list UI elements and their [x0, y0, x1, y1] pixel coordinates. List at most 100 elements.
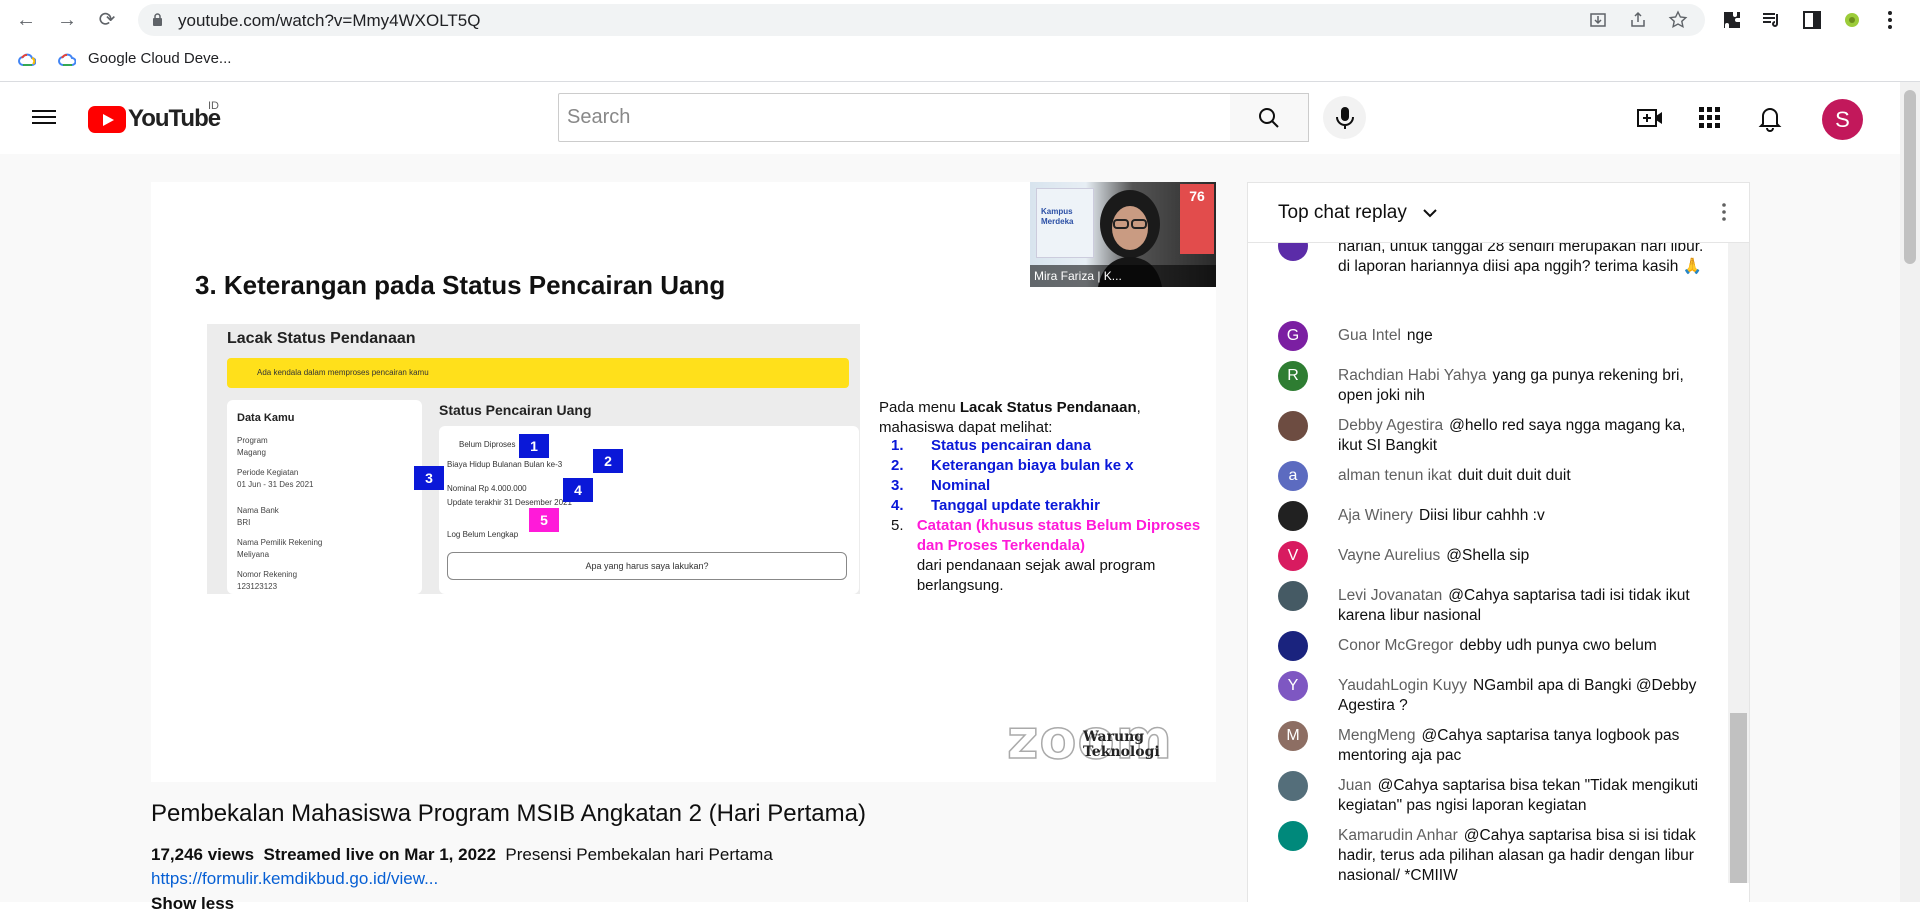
message-author[interactable]: Juan — [1338, 777, 1372, 794]
video-player[interactable]: 3. Keterangan pada Status Pencairan Uang… — [151, 182, 1216, 782]
message-content: nge — [1406, 327, 1433, 344]
search-button[interactable] — [1230, 93, 1309, 142]
message-author[interactable]: Conor McGregor — [1338, 637, 1453, 654]
message-text: Aja Winery Diisi libur cahhh :v — [1338, 506, 1708, 526]
message-text: Conor McGregor debby udh punya cwo belum — [1338, 636, 1708, 656]
list-text-group: Catatan (khusus status Belum Diproses da… — [917, 516, 1211, 596]
list-text-tail: dari pendanaan sejak awal program berlan… — [916, 557, 1156, 594]
avatar[interactable]: Y — [1278, 671, 1308, 701]
apps-grid-icon[interactable] — [1696, 104, 1724, 132]
message-content: Diisi libur cahhh :v — [1418, 507, 1545, 524]
microphone-icon — [1336, 107, 1354, 129]
back-icon[interactable]: ← — [14, 8, 38, 32]
screenshot-heading: Lacak Status Pendanaan — [227, 330, 416, 347]
avatar[interactable] — [1278, 243, 1308, 261]
message-text: alman tenun ikat duit duit duit duit — [1338, 466, 1708, 486]
profile-icon[interactable] — [1840, 8, 1864, 32]
avatar[interactable]: a — [1278, 461, 1308, 491]
avatar[interactable] — [1278, 821, 1308, 851]
message-content: debby udh punya cwo belum — [1459, 637, 1657, 654]
card-line: Program — [237, 436, 268, 445]
bookmark-label: Google Cloud Deve... — [88, 50, 232, 67]
card-line: 123123123 — [237, 582, 278, 591]
avatar[interactable]: G — [1278, 321, 1308, 351]
share-icon[interactable] — [1628, 10, 1648, 30]
avatar[interactable]: M — [1278, 721, 1308, 751]
chat-mode-label[interactable]: Top chat replay — [1278, 202, 1407, 224]
anniversary-badge: 76 — [1180, 184, 1214, 254]
message-text: harian, untuk tanggal 28 sendiri merupak… — [1338, 243, 1708, 277]
chat-scrollbar-thumb[interactable] — [1730, 713, 1747, 883]
badge-2: 2 — [593, 449, 623, 473]
avatar[interactable] — [1278, 631, 1308, 661]
side-panel-icon[interactable] — [1800, 8, 1824, 32]
message-author[interactable]: Aja Winery — [1338, 507, 1413, 524]
avatar[interactable] — [1278, 411, 1308, 441]
forward-icon[interactable]: → — [55, 8, 79, 32]
message-text: Juan @Cahya saptarisa bisa tekan "Tidak m… — [1338, 776, 1708, 816]
card-line: Nama Bank — [237, 506, 279, 515]
avatar[interactable] — [1278, 581, 1308, 611]
avatar[interactable]: V — [1278, 541, 1308, 571]
address-bar[interactable]: youtube.com/watch?v=Mmy4WXOLT5Q — [138, 4, 1705, 36]
presenter-name: Mira Fariza | K... — [1030, 265, 1216, 287]
message-author[interactable]: Debby Agestira — [1338, 417, 1443, 434]
badge-5: 5 — [529, 508, 559, 532]
media-controls-icon[interactable] — [1760, 8, 1784, 32]
card-line: Magang — [237, 448, 266, 457]
chrome-menu-icon[interactable] — [1878, 8, 1902, 32]
youtube-logo[interactable]: YouTube ID — [88, 100, 221, 134]
chat-header: Top chat replay — [1248, 183, 1749, 243]
search-icon — [1259, 108, 1279, 128]
create-video-icon[interactable] — [1636, 104, 1664, 132]
extensions-icon[interactable] — [1720, 8, 1744, 32]
badge-1: 1 — [519, 434, 549, 458]
status-line: Biaya Hidup Bulanan Bulan ke-3 — [447, 460, 563, 469]
more-options-icon[interactable] — [1712, 200, 1736, 224]
video-meta: 17,246 views Streamed live on Mar 1, 202… — [151, 845, 773, 865]
message-content: duit duit duit duit — [1457, 467, 1571, 484]
message-author[interactable]: Levi Jovanatan — [1338, 587, 1442, 604]
avatar[interactable] — [1278, 771, 1308, 801]
message-author[interactable]: YaudahLogin Kuyy — [1338, 677, 1467, 694]
message-author[interactable]: alman tenun ikat — [1338, 467, 1452, 484]
slide-list: 1. Status pencairan dana 2. Keterangan bia… — [891, 436, 1211, 596]
page-scrollbar[interactable] — [1900, 82, 1920, 902]
list-item: 2. Keterangan biaya bulan ke x — [891, 456, 1211, 476]
avatar[interactable] — [1278, 501, 1308, 531]
description-link[interactable]: https://formulir.kemdikbud.go.id/view... — [151, 869, 438, 889]
message-author[interactable]: Kamarudin Anhar — [1338, 827, 1458, 844]
reload-icon[interactable]: ⟳ — [95, 8, 119, 32]
search-box[interactable] — [558, 93, 1231, 142]
voice-search-button[interactable] — [1323, 96, 1366, 139]
show-less-button[interactable]: Show less — [151, 894, 234, 914]
chevron-down-icon[interactable] — [1420, 203, 1440, 223]
chat-scrollbar[interactable] — [1728, 243, 1749, 883]
message-author[interactable]: MengMeng — [1338, 727, 1416, 744]
slide-intro: Pada menu Lacak Status Pendanaan, mahasi… — [879, 399, 1141, 436]
message-author[interactable]: Rachdian Habi Yahya — [1338, 367, 1487, 384]
bookmark-star-icon[interactable] — [1668, 10, 1688, 30]
status-line: Update terakhir 31 Desember 2021 — [447, 498, 572, 507]
youtube-play-icon — [88, 105, 126, 133]
notifications-bell-icon[interactable] — [1756, 104, 1784, 132]
card-line: BRI — [237, 518, 251, 527]
browser-toolbar: ← → ⟳ youtube.com/watch?v=Mmy4WXOLT5Q — [0, 0, 1920, 40]
install-app-icon[interactable] — [1588, 10, 1608, 30]
video-title: Pembekalan Mahasiswa Program MSIB Angkat… — [151, 800, 866, 827]
chat-messages[interactable]: harian, untuk tanggal 28 sendiri merupak… — [1248, 243, 1728, 903]
list-number: 4. — [891, 497, 904, 514]
menu-icon[interactable] — [32, 106, 56, 130]
list-text: Keterangan biaya bulan ke x — [931, 457, 1134, 474]
page-scrollbar-thumb[interactable] — [1904, 90, 1916, 264]
account-avatar[interactable]: S — [1822, 99, 1863, 140]
card-heading: Data Kamu — [237, 412, 295, 424]
message-author[interactable]: Vayne Aurelius — [1338, 547, 1440, 564]
search-input[interactable] — [559, 94, 1230, 141]
url-text[interactable]: youtube.com/watch?v=Mmy4WXOLT5Q — [178, 11, 481, 31]
screenshot-warning-banner: Ada kendala dalam memproses pencairan ka… — [227, 358, 849, 388]
list-number: 3. — [891, 477, 904, 494]
status-line: Log Belum Lengkap — [447, 530, 519, 539]
avatar[interactable]: R — [1278, 361, 1308, 391]
message-author[interactable]: Gua Intel — [1338, 327, 1401, 344]
